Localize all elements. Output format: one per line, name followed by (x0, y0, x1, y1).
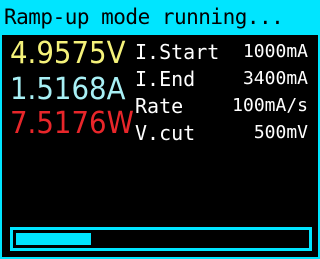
param-label-i-start: I.Start (135, 40, 220, 64)
param-label-v-cut: V.cut (135, 121, 196, 145)
param-label-rate: Rate (135, 94, 184, 118)
voltage-reading: 4.9575V (10, 36, 126, 71)
param-value-rate: 100mA/s (232, 95, 308, 116)
status-title-bar: Ramp-up mode running... (0, 0, 320, 35)
current-reading: 1.5168A (10, 72, 126, 107)
param-value-i-end: 3400mA (242, 68, 308, 89)
power-reading: 7.5176W (10, 106, 134, 141)
param-value-i-start: 1000mA (242, 41, 308, 62)
status-title: Ramp-up mode running... (4, 5, 284, 29)
ramp-progress-bar (10, 227, 312, 251)
param-label-i-end: I.End (135, 67, 196, 91)
ramp-progress-fill (16, 233, 91, 245)
param-value-v-cut: 500mV (253, 122, 308, 143)
main-panel: 4.9575V 1.5168A 7.5176W I.Start 1000mA I… (0, 35, 320, 259)
